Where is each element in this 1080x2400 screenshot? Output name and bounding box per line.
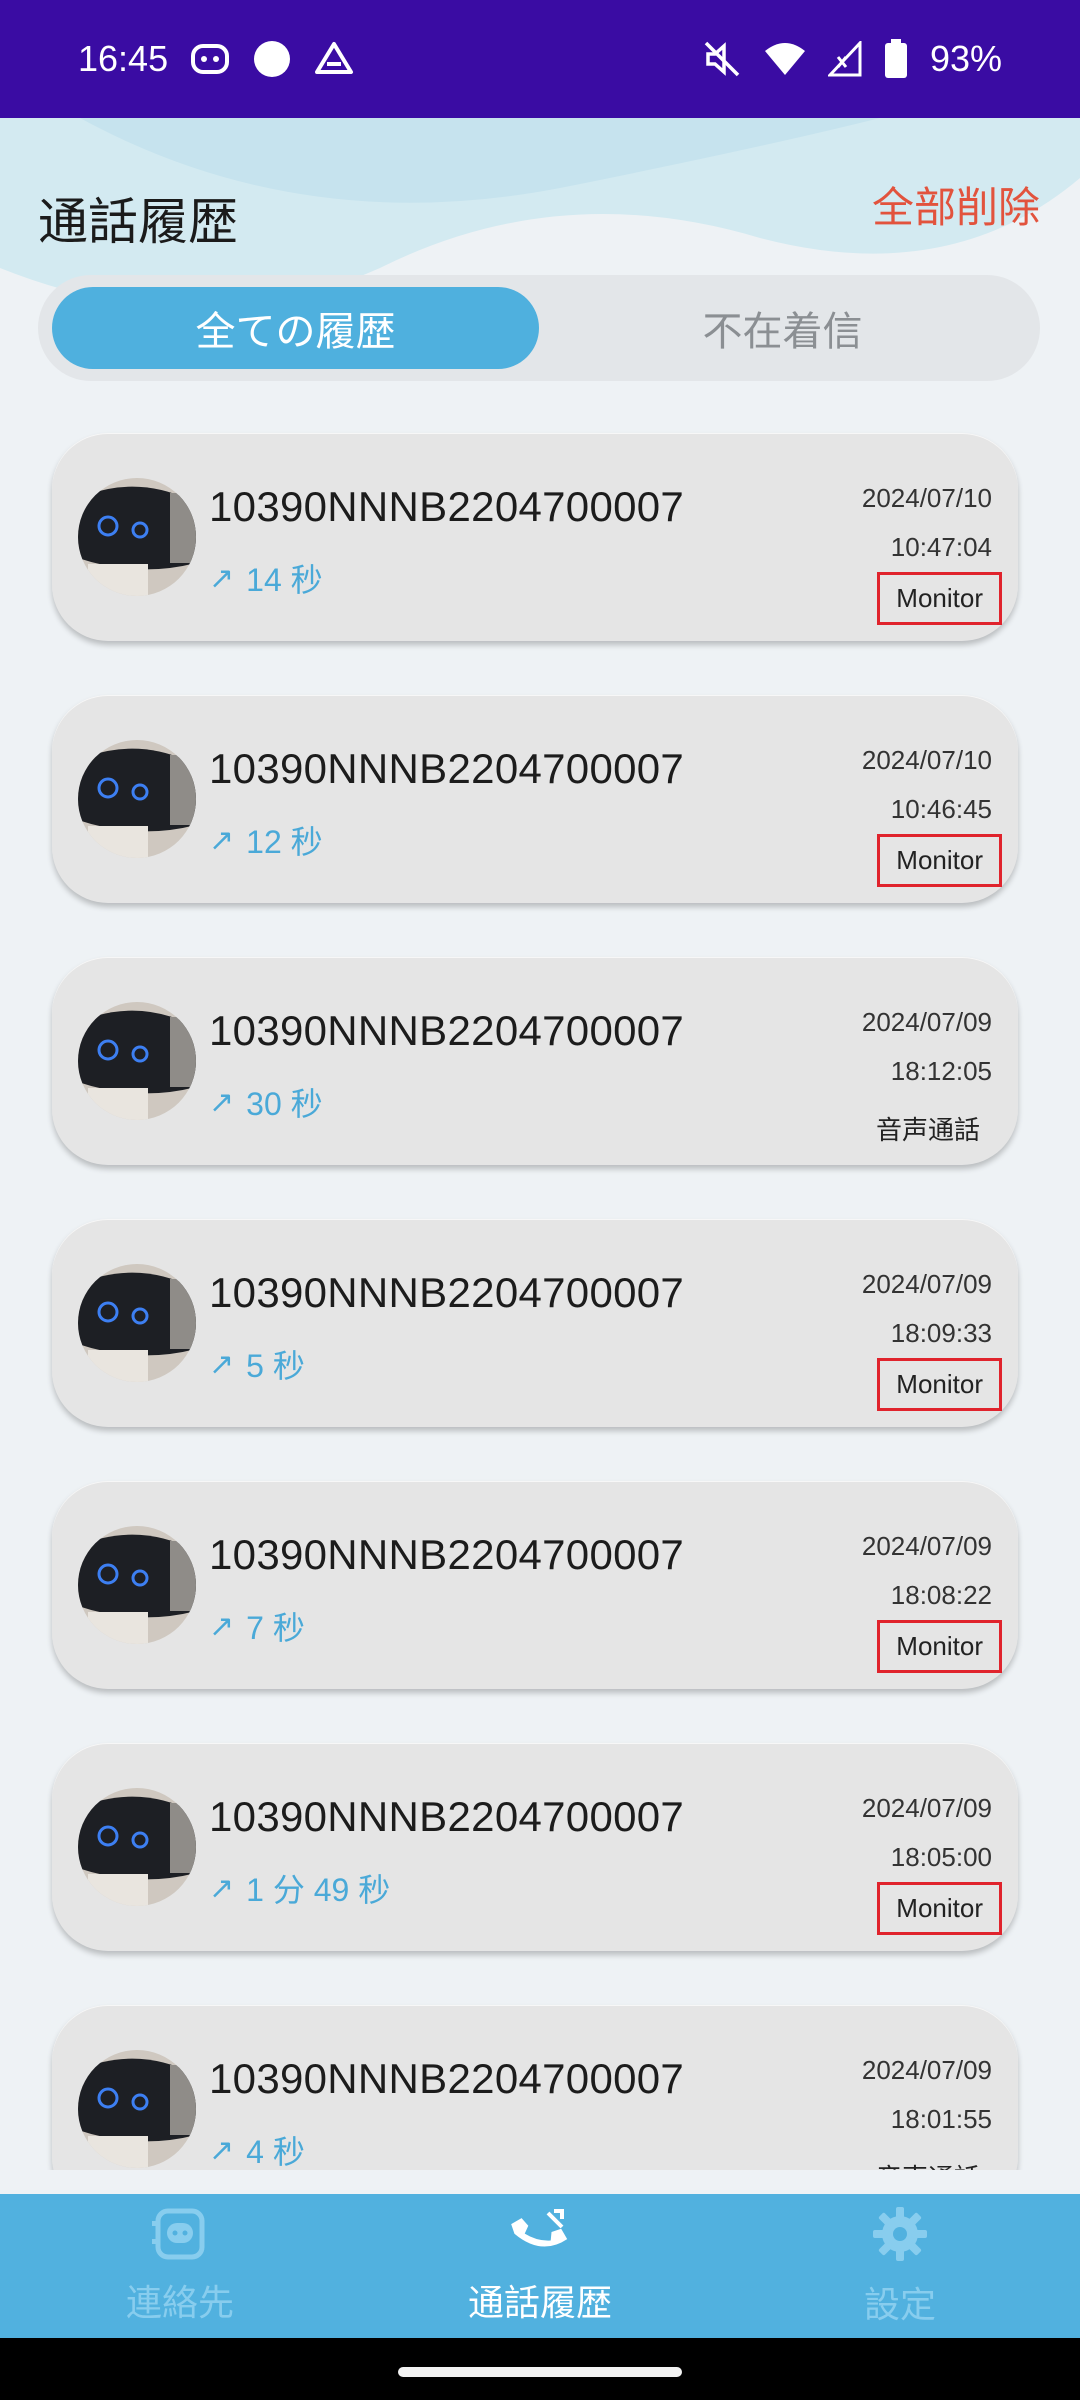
outgoing-arrow-icon: ↗ <box>209 1609 235 1643</box>
nav-call-history[interactable]: 通話履歴 <box>360 2194 720 2338</box>
call-date: 2024/07/09 <box>861 1531 992 1561</box>
call-duration: ↗ 5 秒 <box>209 1341 305 1387</box>
call-date: 2024/07/09 <box>861 1793 992 1823</box>
call-history-icon <box>510 2207 570 2270</box>
outgoing-arrow-icon: ↗ <box>209 1347 235 1381</box>
caller-number: 10390NNNB2204700007 <box>209 2055 685 2102</box>
robot-avatar <box>78 478 196 596</box>
caller-number: 10390NNNB2204700007 <box>209 1007 685 1054</box>
call-item[interactable]: 10390NNNB2204700007 ↗ 7 秒 2024/07/09 18:0… <box>52 1481 1018 1689</box>
wifi-icon <box>764 41 806 77</box>
battery-icon <box>884 39 908 79</box>
nav-contacts[interactable]: 連絡先 <box>0 2194 360 2338</box>
call-duration: ↗ 4 秒 <box>209 2127 305 2171</box>
call-type-badge: Monitor <box>877 1620 1002 1673</box>
call-duration-text: 30 秒 <box>246 1086 323 1122</box>
call-date: 2024/07/09 <box>861 2055 992 2085</box>
call-date: 2024/07/10 <box>861 483 992 513</box>
nav-contacts-label: 連絡先 <box>125 2281 234 2323</box>
circle-notification-icon <box>252 39 292 79</box>
call-time: 10:47:04 <box>890 532 992 562</box>
drive-icon <box>314 40 354 78</box>
call-time: 18:09:33 <box>890 1318 992 1348</box>
call-date: 2024/07/10 <box>861 745 992 775</box>
call-type-label: 音声通話 <box>864 2152 992 2170</box>
call-time: 18:08:22 <box>890 1580 992 1610</box>
robot-avatar <box>78 1526 196 1644</box>
history-tabs: 全ての履歴 不在着信 <box>38 275 1040 381</box>
page-title: 通話履歴 <box>38 194 238 250</box>
robot-avatar <box>78 2050 196 2168</box>
call-item[interactable]: 10390NNNB2204700007 ↗ 4 秒 2024/07/09 18:0… <box>52 2005 1018 2170</box>
call-date: 2024/07/09 <box>861 1007 992 1037</box>
outgoing-arrow-icon: ↗ <box>209 1871 235 1905</box>
call-item[interactable]: 10390NNNB2204700007 ↗ 1 分 49 秒 2024/07/09… <box>52 1743 1018 1951</box>
outgoing-arrow-icon: ↗ <box>209 2133 235 2167</box>
robot-avatar <box>78 1788 196 1906</box>
call-type-badge: Monitor <box>877 572 1002 625</box>
call-duration-text: 7 秒 <box>246 1610 305 1646</box>
call-date: 2024/07/09 <box>861 1269 992 1299</box>
call-duration: ↗ 12 秒 <box>209 817 323 863</box>
call-item[interactable]: 10390NNNB2204700007 ↗ 14 秒 2024/07/10 10:… <box>52 433 1018 641</box>
call-time: 10:46:45 <box>890 794 992 824</box>
caller-number: 10390NNNB2204700007 <box>209 1793 685 1840</box>
tab-all-history[interactable]: 全ての履歴 <box>52 287 539 369</box>
call-type-label: 音声通話 <box>875 1115 980 1145</box>
call-time: 18:01:55 <box>890 2104 992 2134</box>
delete-all-button[interactable]: 全部削除 <box>872 174 1040 235</box>
call-type-badge: Monitor <box>877 834 1002 887</box>
tab-missed-calls[interactable]: 不在着信 <box>539 287 1026 369</box>
call-history-list[interactable]: 10390NNNB2204700007 ↗ 14 秒 2024/07/10 10:… <box>0 430 1080 2170</box>
call-item[interactable]: 10390NNNB2204700007 ↗ 12 秒 2024/07/10 10:… <box>52 695 1018 903</box>
robot-avatar <box>78 1264 196 1382</box>
call-duration-text: 5 秒 <box>246 1348 305 1384</box>
call-duration-text: 14 秒 <box>246 562 323 598</box>
call-time: 18:05:00 <box>890 1842 992 1872</box>
robot-avatar <box>78 740 196 858</box>
call-duration-text: 1 分 49 秒 <box>246 1872 391 1908</box>
caller-number: 10390NNNB2204700007 <box>209 1269 685 1316</box>
call-item[interactable]: 10390NNNB2204700007 ↗ 30 秒 2024/07/09 18:… <box>52 957 1018 1165</box>
status-time: 16:45 <box>78 38 169 79</box>
status-bar: 16:45 93% <box>0 0 1080 118</box>
signal-icon <box>827 41 862 77</box>
battery-percent: 93% <box>929 38 1002 79</box>
call-type-badge: Monitor <box>877 1882 1002 1935</box>
outgoing-arrow-icon: ↗ <box>209 561 235 595</box>
caller-number: 10390NNNB2204700007 <box>209 483 685 530</box>
nav-call-history-label: 通話履歴 <box>467 2281 612 2323</box>
call-duration: ↗ 14 秒 <box>209 555 323 601</box>
robot-avatar <box>78 1002 196 1120</box>
caller-number: 10390NNNB2204700007 <box>209 1531 685 1578</box>
caller-number: 10390NNNB2204700007 <box>209 745 685 792</box>
call-time: 18:12:05 <box>890 1056 992 1086</box>
bottom-navigation: 連絡先 通話履歴 設定 <box>0 2194 1080 2338</box>
gear-icon <box>871 2205 929 2272</box>
call-duration: ↗ 1 分 49 秒 <box>209 1865 390 1911</box>
home-indicator[interactable] <box>398 2367 682 2377</box>
nav-settings-label: 設定 <box>863 2283 936 2325</box>
call-duration: ↗ 7 秒 <box>209 1603 305 1649</box>
call-duration-text: 4 秒 <box>246 2134 305 2170</box>
call-duration: ↗ 30 秒 <box>209 1079 323 1125</box>
outgoing-arrow-icon: ↗ <box>209 823 235 857</box>
mute-icon <box>702 39 742 79</box>
call-type-badge: Monitor <box>877 1358 1002 1411</box>
nav-settings[interactable]: 設定 <box>720 2194 1080 2338</box>
call-duration-text: 12 秒 <box>246 824 323 860</box>
call-item[interactable]: 10390NNNB2204700007 ↗ 5 秒 2024/07/09 18:0… <box>52 1219 1018 1427</box>
contacts-robot-icon <box>150 2207 210 2270</box>
outgoing-arrow-icon: ↗ <box>209 1085 235 1119</box>
robot-app-icon <box>190 42 230 76</box>
